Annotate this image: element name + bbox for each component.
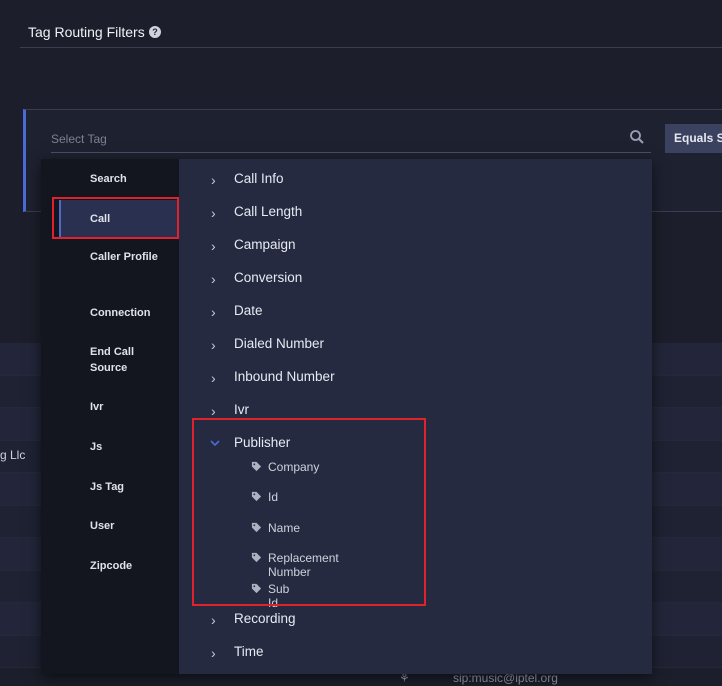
tree-item-dialed-number[interactable]: › Dialed Number (179, 335, 439, 357)
category-user[interactable]: User (90, 518, 170, 534)
tree-item-recording[interactable]: › Recording (179, 610, 439, 632)
chevron-right-icon: › (211, 172, 216, 188)
operator-button[interactable]: Equals Sin (665, 124, 722, 153)
category-caller-profile[interactable]: Caller Profile (90, 249, 170, 265)
chevron-right-icon: › (211, 337, 216, 353)
category-js[interactable]: Js (90, 439, 170, 455)
chevron-right-icon: › (211, 205, 216, 221)
highlight-box-call (52, 197, 179, 239)
chevron-right-icon: › (211, 645, 216, 661)
chevron-right-icon: › (211, 370, 216, 386)
tree-item-time[interactable]: › Time (179, 643, 439, 665)
tree-item-inbound-number[interactable]: › Inbound Number (179, 368, 439, 390)
question-circle-icon[interactable]: ? (149, 26, 161, 38)
chevron-right-icon: › (211, 238, 216, 254)
category-connection[interactable]: Connection (90, 305, 170, 321)
category-ivr[interactable]: Ivr (90, 399, 170, 415)
highlight-box-publisher (192, 418, 426, 606)
background-cell-text: g Llc (0, 448, 26, 462)
chevron-right-icon: › (211, 271, 216, 287)
select-tag-input[interactable]: Select Tag (51, 125, 651, 153)
page-header: Tag Routing Filters ? (20, 0, 722, 48)
select-tag-placeholder: Select Tag (51, 132, 107, 146)
category-end-call-source[interactable]: End Call Source (90, 344, 170, 376)
tree-item-call-length[interactable]: › Call Length (179, 203, 439, 225)
chevron-right-icon: › (211, 304, 216, 320)
page-title: Tag Routing Filters (28, 24, 145, 40)
chevron-right-icon: › (211, 612, 216, 628)
search-icon[interactable] (629, 129, 645, 145)
tree-item-date[interactable]: › Date (179, 302, 439, 324)
category-search[interactable]: Search (90, 171, 170, 187)
tree-item-call-info[interactable]: › Call Info (179, 170, 439, 192)
category-js-tag[interactable]: Js Tag (90, 479, 170, 495)
tree-item-conversion[interactable]: › Conversion (179, 269, 439, 291)
tree-item-campaign[interactable]: › Campaign (179, 236, 439, 258)
chevron-right-icon: › (211, 403, 216, 419)
category-zipcode[interactable]: Zipcode (90, 558, 170, 574)
